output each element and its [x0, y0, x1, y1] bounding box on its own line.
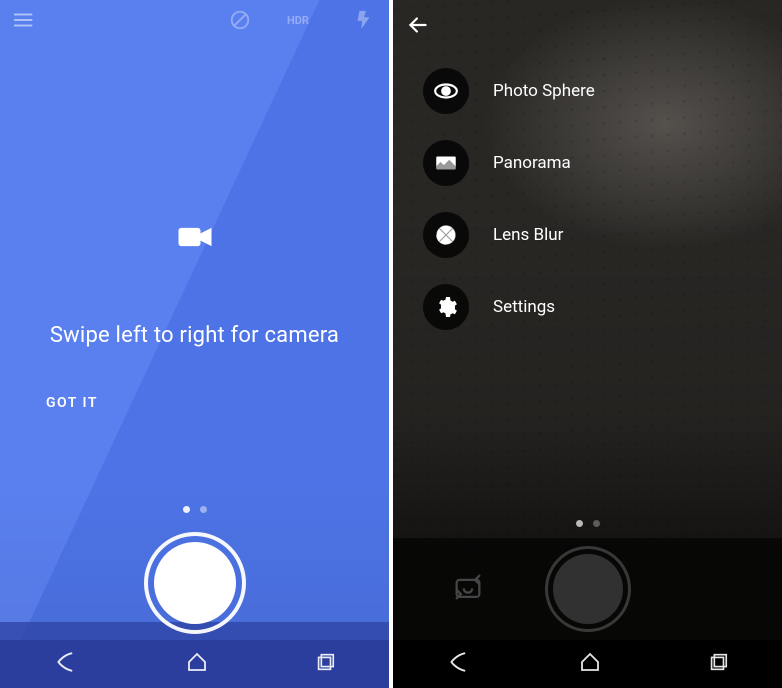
- recents-icon[interactable]: [707, 651, 729, 677]
- arrow-left-icon[interactable]: [405, 12, 431, 42]
- menu-item-label: Settings: [493, 297, 555, 317]
- home-icon[interactable]: [185, 650, 209, 678]
- page-dot: [200, 506, 207, 513]
- page-dot: [576, 520, 583, 527]
- camera-mode-menu: Photo Sphere Panorama Lens Blur Settings: [423, 68, 595, 330]
- menu-icon[interactable]: [14, 9, 36, 35]
- svg-text:HDR: HDR: [287, 14, 309, 27]
- lens-blur-icon: [423, 212, 469, 258]
- android-navbar: [0, 640, 389, 688]
- menu-item-label: Lens Blur: [493, 225, 563, 245]
- menu-item-label: Photo Sphere: [493, 81, 595, 101]
- video-icon: [173, 215, 217, 263]
- page-dot: [593, 520, 600, 527]
- home-icon[interactable]: [578, 650, 602, 678]
- shutter-area: [393, 538, 782, 640]
- settings-icon: [423, 284, 469, 330]
- menu-item-lens-blur[interactable]: Lens Blur: [423, 212, 595, 258]
- panorama-icon: [423, 140, 469, 186]
- shutter-button[interactable]: [553, 554, 623, 624]
- camera-swap-icon[interactable]: [451, 570, 485, 608]
- photo-sphere-icon: [423, 68, 469, 114]
- shutter-area: [0, 528, 389, 638]
- no-flash-icon[interactable]: [229, 9, 251, 35]
- hdr-icon[interactable]: HDR: [287, 9, 317, 35]
- menu-item-photo-sphere[interactable]: Photo Sphere: [423, 68, 595, 114]
- page-dot: [183, 506, 190, 513]
- back-icon[interactable]: [53, 649, 79, 679]
- android-navbar: [393, 640, 782, 688]
- left-topbar: HDR: [0, 0, 389, 44]
- hint-text: Swipe left to right for camera: [50, 323, 339, 348]
- page-indicator: [0, 506, 389, 513]
- menu-item-settings[interactable]: Settings: [423, 284, 595, 330]
- flash-icon[interactable]: [353, 9, 375, 35]
- shutter-button[interactable]: [154, 542, 236, 624]
- back-icon[interactable]: [446, 649, 472, 679]
- menu-item-panorama[interactable]: Panorama: [423, 140, 595, 186]
- left-screen: HDR Swipe left to right for camera GOT I…: [0, 0, 389, 688]
- hint-overlay: Swipe left to right for camera: [0, 215, 389, 348]
- right-screen: Photo Sphere Panorama Lens Blur Settings: [393, 0, 782, 688]
- got-it-button[interactable]: GOT IT: [46, 395, 98, 411]
- page-indicator: [393, 520, 782, 527]
- menu-item-label: Panorama: [493, 153, 571, 173]
- recents-icon[interactable]: [314, 651, 336, 677]
